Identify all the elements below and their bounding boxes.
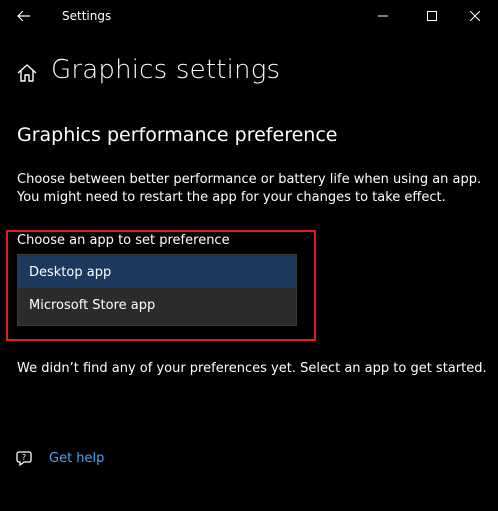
close-button[interactable] [452, 0, 498, 32]
settings-window: Settings Graphics settings Graphics perf… [0, 0, 498, 511]
page-title: Graphics settings [51, 55, 281, 85]
section-title: Graphics performance preference [17, 124, 338, 146]
get-help-link[interactable]: Get help [49, 451, 104, 466]
empty-state-message: We didn’t find any of your preferences y… [17, 361, 487, 376]
window-title: Settings [62, 9, 112, 23]
maximize-button[interactable] [409, 0, 455, 32]
back-button[interactable] [10, 2, 38, 30]
maximize-icon [427, 11, 437, 21]
close-icon [470, 11, 480, 21]
description-line-2: You might need to restart the app for yo… [17, 190, 446, 205]
highlight-box [6, 230, 316, 341]
minimize-icon [378, 15, 388, 17]
home-icon[interactable] [16, 62, 38, 84]
help-chat-icon: ? [16, 451, 32, 467]
svg-text:?: ? [22, 453, 26, 462]
section-description: Choose between better performance or bat… [17, 171, 487, 207]
back-arrow-icon [17, 10, 30, 22]
description-line-1: Choose between better performance or bat… [17, 172, 482, 187]
title-bar: Settings [0, 0, 498, 32]
minimize-button[interactable] [360, 0, 406, 32]
